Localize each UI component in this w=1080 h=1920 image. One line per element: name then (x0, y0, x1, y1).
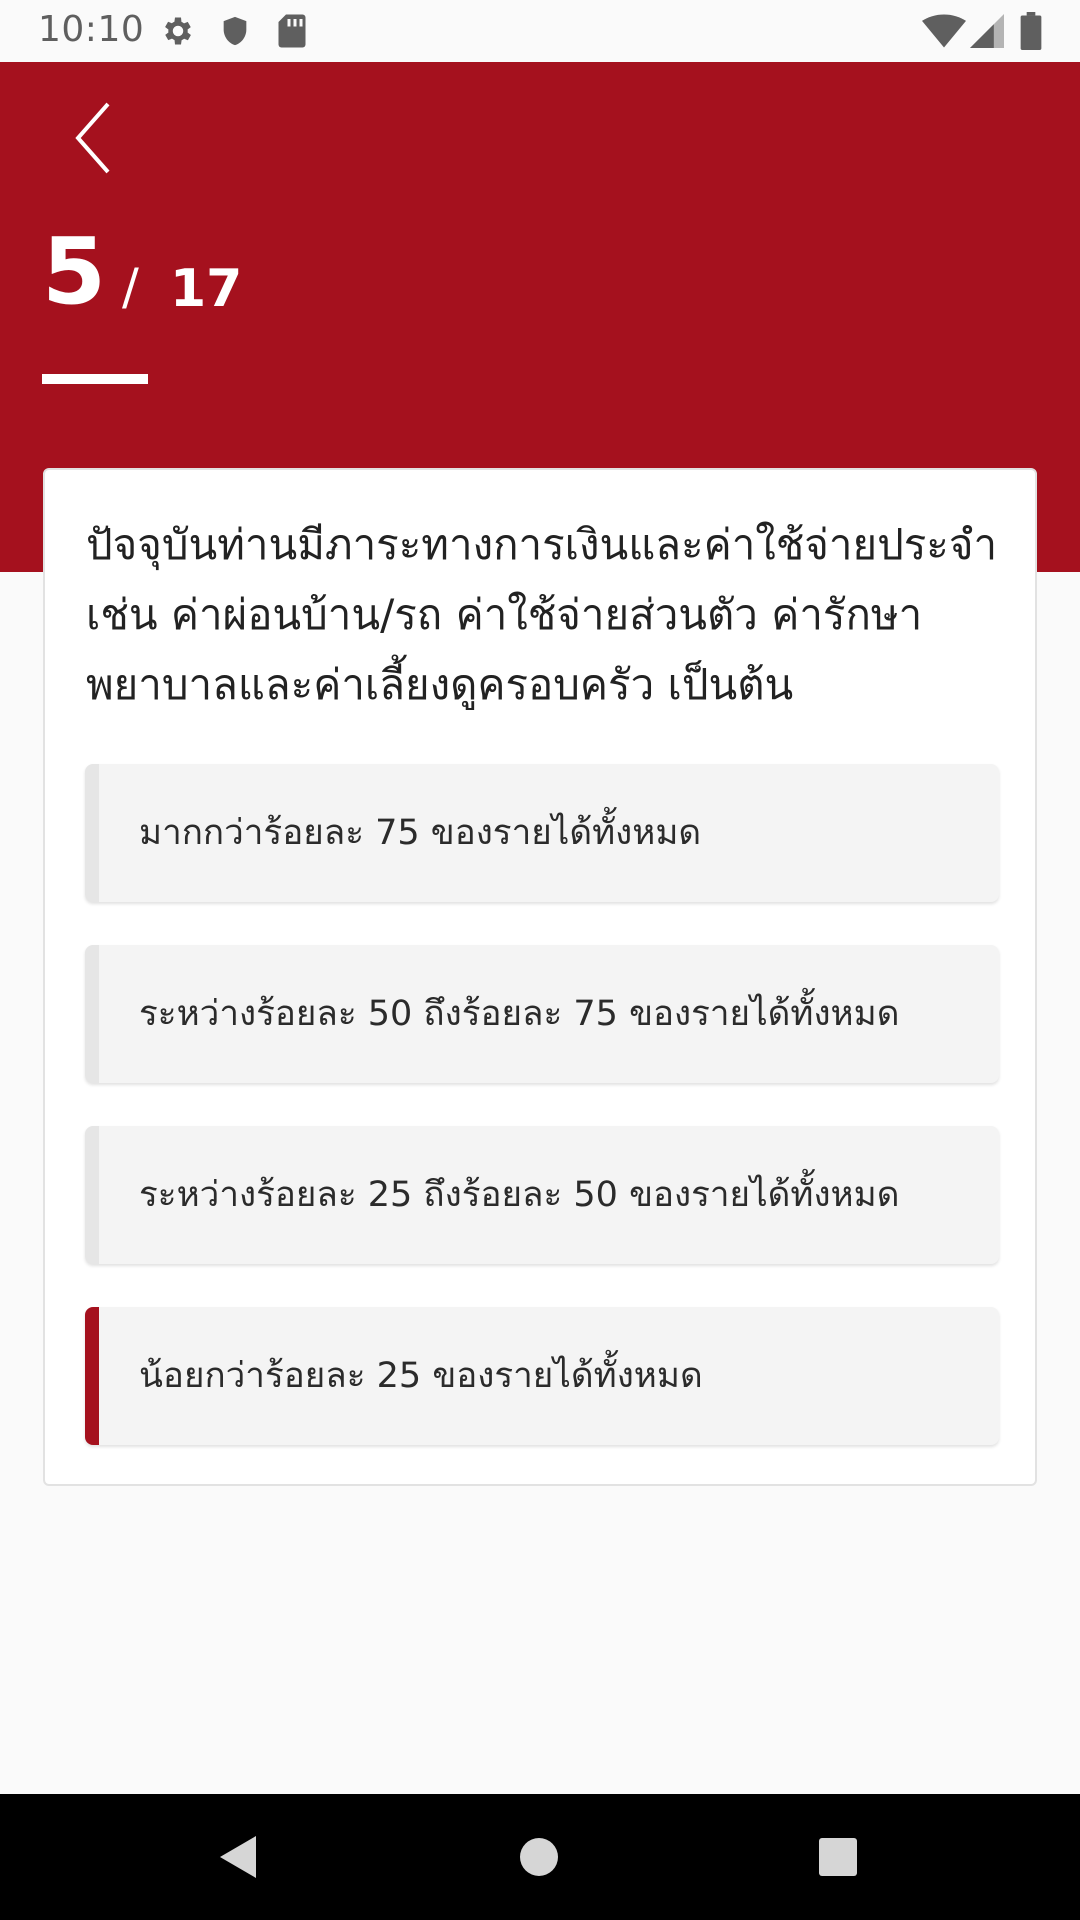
option-25-to-50[interactable]: ระหว่างร้อยละ 25 ถึงร้อยละ 50 ของรายได้ท… (85, 1126, 999, 1264)
back-triangle-icon[interactable] (214, 1832, 264, 1882)
home-circle-icon[interactable] (516, 1834, 562, 1880)
status-bar: 10:10 (0, 0, 1080, 62)
progress-underline (42, 374, 148, 384)
option-50-to-75[interactable]: ระหว่างร้อยละ 50 ถึงร้อยละ 75 ของรายได้ท… (85, 945, 999, 1083)
back-button[interactable] (68, 98, 128, 178)
option-label: ระหว่างร้อยละ 50 ถึงร้อยละ 75 ของรายได้ท… (139, 994, 900, 1034)
signal-icon (970, 14, 1004, 48)
progress-current: 5 (42, 218, 107, 325)
shield-icon (223, 16, 247, 46)
chevron-left-icon (75, 102, 110, 174)
sd-card-icon (278, 14, 306, 48)
option-label: น้อยกว่าร้อยละ 25 ของรายได้ทั้งหมด (139, 1356, 703, 1396)
progress-total: 17 (170, 259, 243, 319)
option-label: ระหว่างร้อยละ 25 ถึงร้อยละ 50 ของรายได้ท… (139, 1175, 900, 1215)
wifi-icon (922, 14, 966, 48)
question-card: ปัจจุบันท่านมีภาระทางการเงินและค่าใช้จ่า… (43, 468, 1037, 1486)
navigation-bar (0, 1794, 1080, 1920)
option-over-75[interactable]: มากกว่าร้อยละ 75 ของรายได้ทั้งหมด (85, 764, 999, 902)
option-label: มากกว่าร้อยละ 75 ของรายได้ทั้งหมด (139, 813, 702, 853)
progress-separator: / (122, 258, 139, 316)
gear-icon (165, 17, 191, 45)
question-text: ปัจจุบันท่านมีภาระทางการเงินและค่าใช้จ่า… (86, 520, 998, 709)
recents-square-icon[interactable] (816, 1835, 860, 1879)
status-time: 10:10 (38, 9, 145, 50)
option-under-25[interactable]: น้อยกว่าร้อยละ 25 ของรายได้ทั้งหมด (85, 1307, 999, 1445)
battery-icon (1020, 12, 1042, 50)
